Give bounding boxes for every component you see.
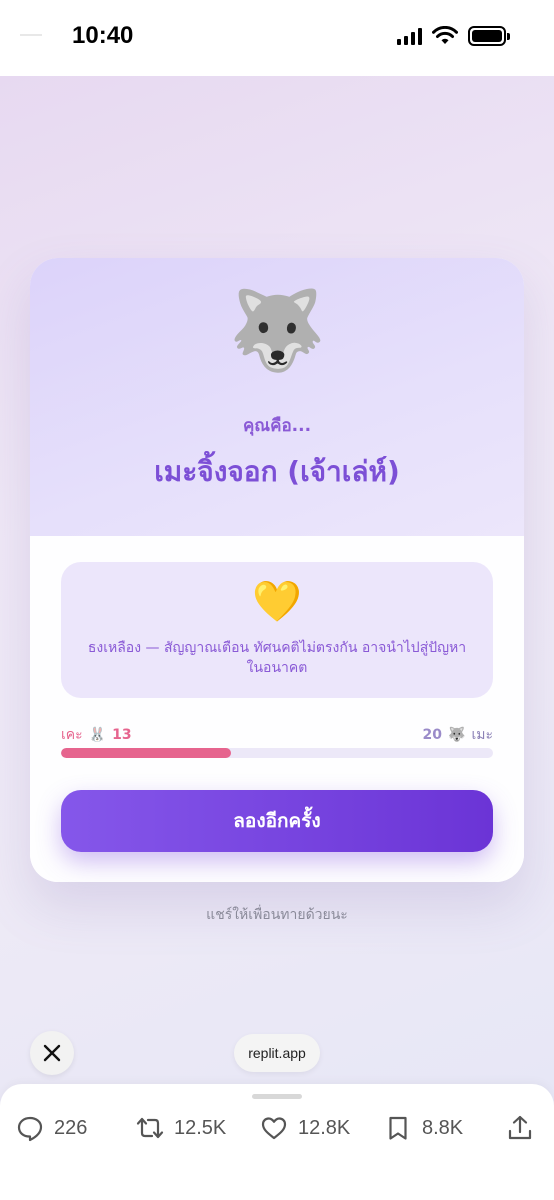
result-card: 🐺 คุณคือ... เมะจิ้งจอก (เจ้าเล่ห์) 💛 ธงเ… [30, 258, 524, 882]
status-bar: 10:40 [0, 0, 554, 76]
reply-button[interactable]: 226 [16, 1114, 87, 1142]
yellow-heart-icon: 💛 [252, 579, 302, 625]
flag-box: 💛 ธงเหลือง — สัญญาณเตือน ทัศนคติไม่ตรงกั… [61, 562, 493, 698]
bookmark-icon [389, 1116, 407, 1140]
back-arrow-icon[interactable] [20, 34, 42, 36]
seme-label: เมะ [471, 727, 493, 743]
post-action-bar: 226 12.5K 12.8K 8.8K [0, 1084, 554, 1200]
wolf-small-icon: 🐺 [448, 727, 466, 743]
uke-label: เคะ [61, 727, 83, 743]
url-pill[interactable]: replit.app [234, 1034, 320, 1072]
flag-description: ธงเหลือง — สัญญาณเตือน ทัศนคติไม่ตรงกัน … [87, 640, 467, 676]
sheet-grabber[interactable] [252, 1094, 302, 1099]
share-hint: แชร์ให้เพื่อนทายด้วยนะ [206, 907, 348, 923]
result-body: 💛 ธงเหลือง — สัญญาณเตือน ทัศนคติไม่ตรงกั… [30, 536, 524, 882]
repost-count: 12.5K [174, 1116, 227, 1139]
bookmark-count: 8.8K [422, 1116, 464, 1139]
like-count: 12.8K [298, 1116, 351, 1139]
score-row: เคะ 🐰 13 20 🐺 เมะ [61, 724, 493, 744]
result-title: เมะจิ้งจอก (เจ้าเล่ห์) [154, 455, 400, 488]
repost-button[interactable]: 12.5K [136, 1114, 226, 1142]
seme-score: 20 [422, 727, 443, 743]
close-icon [43, 1044, 61, 1062]
share-button[interactable] [506, 1114, 534, 1142]
cellular-signal-icon [397, 27, 422, 45]
wolf-icon: 🐺 [228, 286, 326, 376]
uke-score: 13 [112, 727, 132, 743]
rabbit-icon: 🐰 [88, 727, 107, 743]
like-button[interactable]: 12.8K [260, 1114, 350, 1142]
share-icon [508, 1115, 532, 1140]
post-actions: 226 12.5K 12.8K 8.8K [0, 1114, 554, 1144]
repost-icon [136, 1117, 164, 1139]
you-are-label: คุณคือ... [242, 416, 312, 436]
status-icons [397, 26, 510, 46]
reply-count: 226 [54, 1116, 88, 1139]
battery-icon [468, 26, 510, 46]
score-left: เคะ 🐰 13 [61, 724, 132, 746]
bookmark-button[interactable]: 8.8K [384, 1114, 463, 1142]
score-progress-bar [61, 748, 493, 758]
score-progress-fill [61, 748, 232, 758]
heart-icon [261, 1117, 287, 1140]
close-browser-button[interactable] [30, 1031, 74, 1075]
score-right: 20 🐺 เมะ [423, 724, 493, 746]
status-time: 10:40 [72, 22, 134, 49]
result-header: 🐺 คุณคือ... เมะจิ้งจอก (เจ้าเล่ห์) [30, 258, 524, 536]
wifi-icon [432, 26, 458, 44]
reply-icon [17, 1116, 43, 1142]
retry-button[interactable]: ลองอีกครั้ง [61, 790, 493, 852]
